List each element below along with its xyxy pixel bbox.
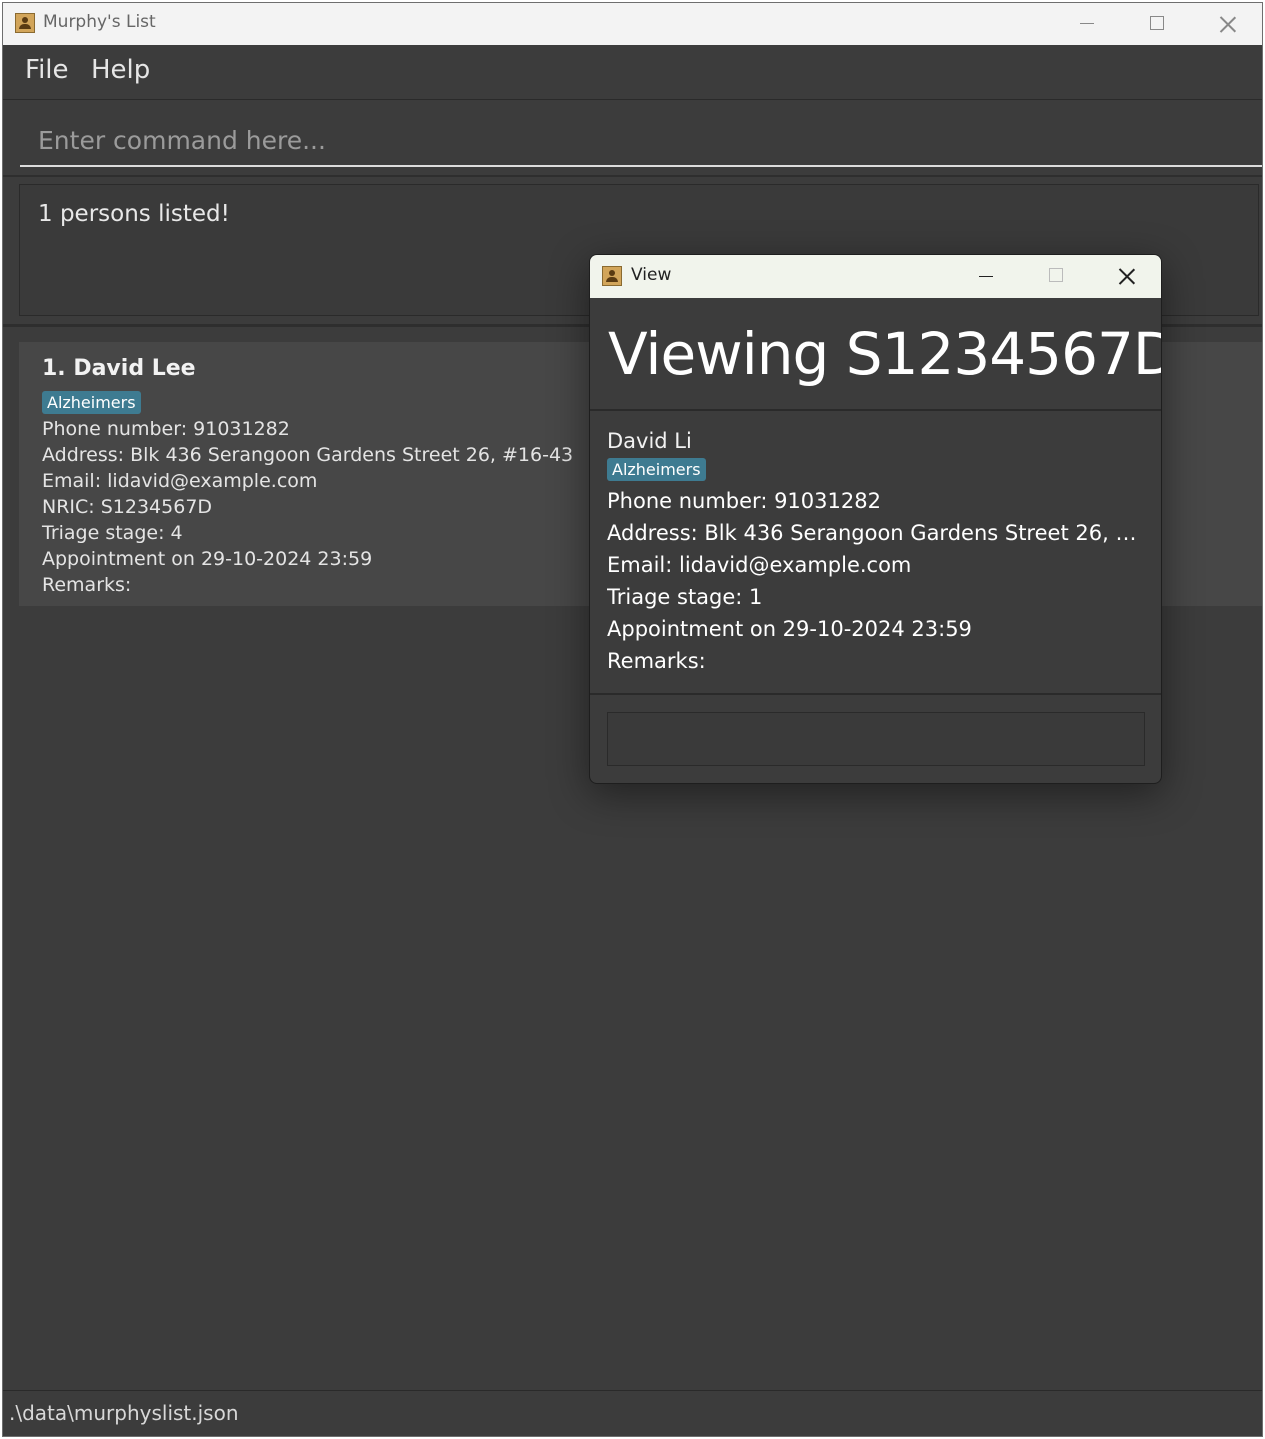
maximize-icon bbox=[1150, 16, 1164, 30]
menu-bar: File Help bbox=[3, 45, 1262, 100]
maximize-icon bbox=[1049, 268, 1063, 282]
status-bar: .\data\murphyslist.json bbox=[3, 1390, 1262, 1436]
view-dialog-title: View bbox=[631, 265, 672, 285]
person-triage: Triage stage: 4 bbox=[42, 522, 183, 544]
close-button[interactable] bbox=[1091, 255, 1161, 298]
view-person-name: David Li bbox=[607, 429, 692, 453]
person-appointment: Appointment on 29-10-2024 23:59 bbox=[42, 548, 373, 570]
maximize-button[interactable] bbox=[1122, 3, 1192, 45]
view-dialog-title-bar[interactable]: View bbox=[590, 255, 1161, 298]
minimize-button[interactable] bbox=[951, 255, 1021, 298]
close-icon bbox=[1118, 267, 1136, 285]
menu-help[interactable]: Help bbox=[91, 55, 150, 85]
minimize-icon bbox=[1080, 23, 1094, 24]
view-email: Email: lidavid@example.com bbox=[607, 553, 912, 577]
command-box bbox=[20, 115, 1262, 167]
view-address: Address: Blk 436 Serangoon Gardens Stree… bbox=[607, 521, 1147, 545]
minimize-icon bbox=[979, 276, 993, 277]
person-phone: Phone number: 91031282 bbox=[42, 418, 290, 440]
view-remarks-box[interactable] bbox=[607, 712, 1145, 766]
close-button[interactable] bbox=[1192, 3, 1262, 45]
view-heading: Viewing S1234567D: bbox=[608, 320, 1162, 388]
app-person-icon bbox=[15, 13, 35, 33]
view-person-tag: Alzheimers bbox=[607, 458, 706, 481]
person-tag: Alzheimers bbox=[42, 391, 141, 414]
divider[interactable] bbox=[3, 175, 1262, 177]
view-remarks: Remarks: bbox=[607, 649, 706, 673]
app-person-icon bbox=[602, 266, 622, 286]
window-title: Murphy's List bbox=[43, 12, 156, 32]
view-triage: Triage stage: 1 bbox=[607, 585, 763, 609]
person-nric: NRIC: S1234567D bbox=[42, 496, 213, 518]
save-file-path: .\data\murphyslist.json bbox=[9, 1401, 239, 1425]
person-address: Address: Blk 436 Serangoon Gardens Stree… bbox=[42, 444, 574, 466]
title-bar[interactable]: Murphy's List bbox=[3, 3, 1262, 45]
view-details-panel: David Li Alzheimers Phone number: 910312… bbox=[590, 411, 1161, 695]
view-appointment: Appointment on 29-10-2024 23:59 bbox=[607, 617, 972, 641]
maximize-button bbox=[1021, 255, 1091, 298]
person-name: 1. David Lee bbox=[42, 356, 196, 381]
view-dialog: View Viewing S1234567D: David Li Alzheim… bbox=[589, 254, 1162, 784]
command-input[interactable] bbox=[20, 115, 1262, 165]
view-heading-panel: Viewing S1234567D: bbox=[590, 298, 1161, 411]
minimize-button[interactable] bbox=[1052, 3, 1122, 45]
person-remarks: Remarks: bbox=[42, 574, 132, 596]
result-message: 1 persons listed! bbox=[38, 201, 230, 227]
close-icon bbox=[1219, 15, 1237, 33]
person-email: Email: lidavid@example.com bbox=[42, 470, 318, 492]
menu-file[interactable]: File bbox=[25, 55, 69, 85]
view-phone: Phone number: 91031282 bbox=[607, 489, 881, 513]
